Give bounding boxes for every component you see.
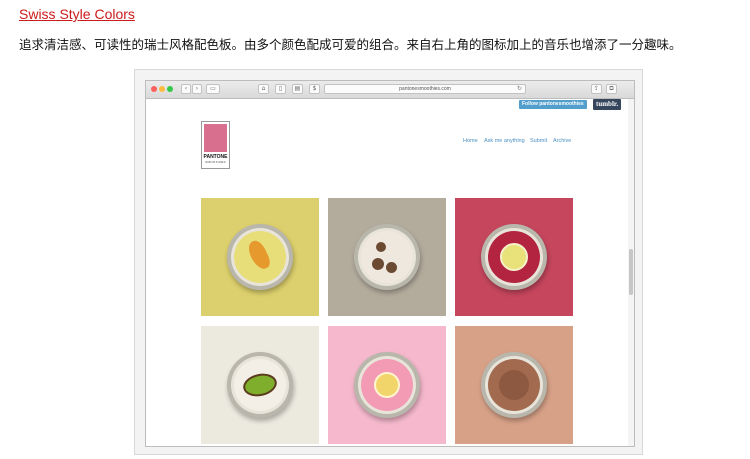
browser-toolbar: ‹ › ▭ ⌂ ▯ ▤ $ pantonesmoothies.com ↻ ⇪ ⧉ [146, 81, 634, 99]
reload-icon[interactable]: ↻ [517, 85, 522, 93]
smoothie-glass [227, 352, 293, 418]
forward-arrow-icon[interactable]: › [192, 84, 202, 94]
smoothie-glass [227, 224, 293, 290]
share-icon[interactable]: ⇪ [591, 84, 602, 94]
scrollbar-thumb[interactable] [629, 249, 633, 295]
close-window-dot-icon[interactable] [151, 86, 157, 92]
smoothie-tile-cocoa[interactable] [455, 326, 573, 444]
nav-home[interactable]: Home [463, 138, 478, 144]
home-icon[interactable]: ⌂ [258, 84, 269, 94]
tumblr-logo[interactable]: tumblr. [593, 99, 622, 110]
article-title[interactable]: Swiss Style Colors [19, 6, 135, 22]
smoothie-tile-berry[interactable] [455, 198, 573, 316]
nav-ask[interactable]: Ask me anything [484, 138, 525, 144]
browser-window: ‹ › ▭ ⌂ ▯ ▤ $ pantonesmoothies.com ↻ ⇪ ⧉… [145, 80, 635, 447]
smoothie-glass [481, 224, 547, 290]
smoothie-glass [354, 352, 420, 418]
banana-slice-icon [372, 258, 384, 270]
smoothie-tile-mango[interactable] [201, 198, 319, 316]
cocoa-dust-icon [499, 370, 529, 400]
new-tab-icon[interactable]: ⧉ [606, 84, 617, 94]
back-arrow-icon[interactable]: ‹ [181, 84, 191, 94]
smoothie-glass [481, 352, 547, 418]
nav-submit[interactable]: Submit [530, 138, 547, 144]
banana-slice-icon [386, 262, 397, 273]
bookmarks-icon[interactable]: ▯ [275, 84, 286, 94]
logo-swatch [204, 124, 227, 152]
lemon-slice-icon [374, 372, 400, 398]
nav-archive[interactable]: Archive [553, 138, 571, 144]
banana-slice-icon [376, 242, 386, 252]
zoom-window-dot-icon[interactable] [167, 86, 173, 92]
site-logo[interactable]: PANTONE SMOOTHIES [201, 121, 230, 169]
sidebar-icon[interactable]: ▭ [206, 84, 220, 94]
logo-subtitle: SMOOTHIES [205, 160, 226, 164]
lemon-slice-icon [500, 243, 528, 271]
url-text: pantonesmoothies.com [399, 86, 451, 92]
article-description: 追求清洁感、可读性的瑞士风格配色板。由多个颜色配成可爱的组合。来自右上角的图标加… [19, 37, 682, 52]
dollar-icon[interactable]: $ [309, 84, 320, 94]
scrollbar[interactable] [628, 99, 634, 446]
address-bar[interactable]: pantonesmoothies.com ↻ [324, 84, 526, 94]
minimize-window-dot-icon[interactable] [159, 86, 165, 92]
screenshot-frame: ‹ › ▭ ⌂ ▯ ▤ $ pantonesmoothies.com ↻ ⇪ ⧉… [134, 69, 643, 455]
smoothie-tile-kiwi[interactable] [201, 326, 319, 444]
smoothie-glass [354, 224, 420, 290]
follow-button[interactable]: Follow pantonesmoothies [519, 100, 587, 109]
smoothie-tile-banana[interactable] [328, 198, 446, 316]
smoothie-tile-lemon[interactable] [328, 326, 446, 444]
tabs-icon[interactable]: ▤ [292, 84, 303, 94]
